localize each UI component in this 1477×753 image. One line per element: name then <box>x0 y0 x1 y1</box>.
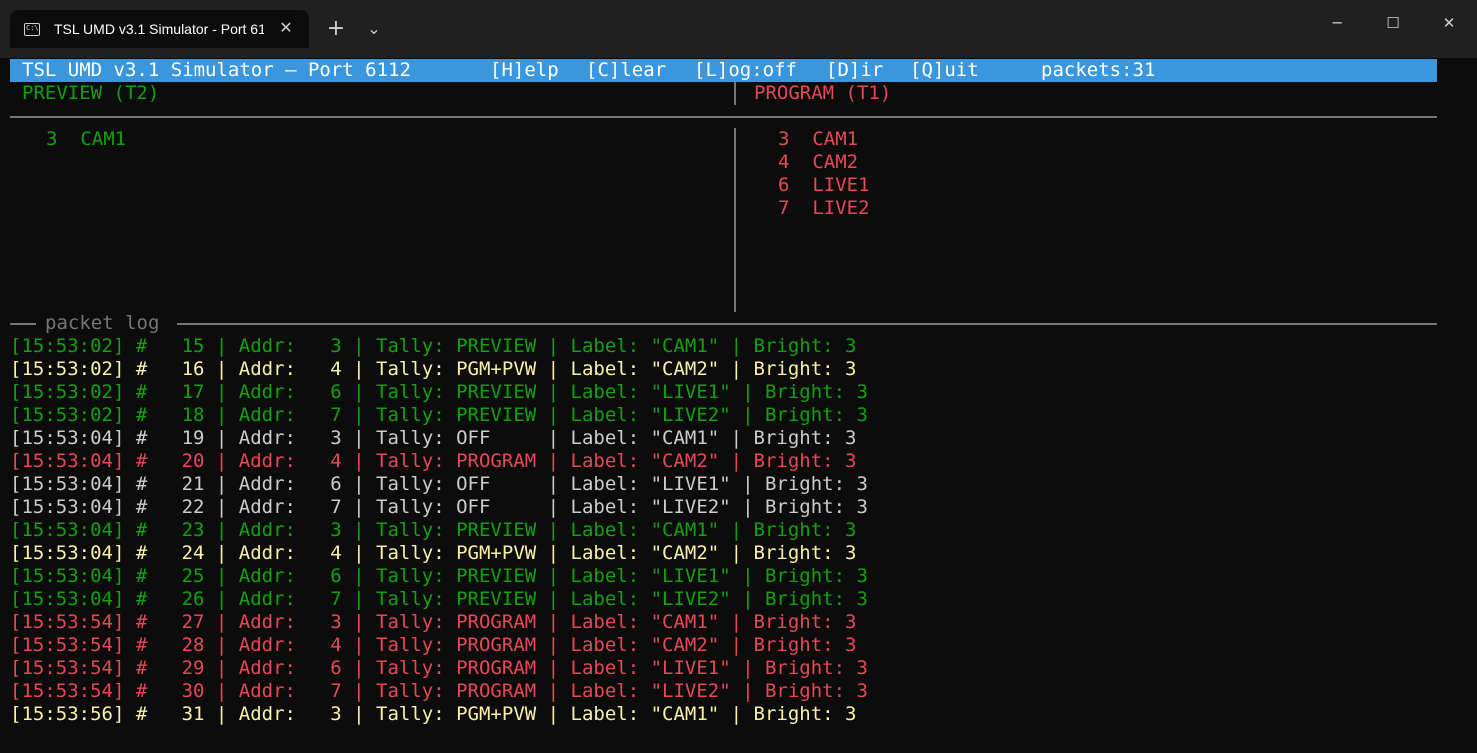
log-row: [15:53:04] # 19 | Addr: 3 | Tally: OFF |… <box>10 427 857 449</box>
log-title: packet log <box>45 312 160 334</box>
log-row: [15:53:04] # 26 | Addr: 7 | Tally: PREVI… <box>10 588 868 610</box>
program-item: 4 CAM2 <box>778 151 870 174</box>
log-row: [15:53:02] # 15 | Addr: 3 | Tally: PREVI… <box>10 335 857 357</box>
log-row: [15:53:04] # 23 | Addr: 3 | Tally: PREVI… <box>10 519 857 541</box>
program-item: 7 LIVE2 <box>778 197 870 220</box>
program-label: LIVE1 <box>812 174 870 196</box>
dir-key: [D]ir <box>826 59 884 81</box>
log-row: [15:53:54] # 27 | Addr: 3 | Tally: PROGR… <box>10 611 857 633</box>
preview-item: 3 CAM1 <box>46 128 126 151</box>
quit-key: [Q]uit <box>910 59 979 81</box>
program-addr: 7 <box>778 197 790 219</box>
program-list: 3 CAM1 4 CAM2 6 LIVE1 7 LIVE2 <box>778 128 870 220</box>
log-key: [L]og:off <box>694 59 797 81</box>
packet-log: [15:53:02] # 15 | Addr: 3 | Tally: PREVI… <box>10 335 1437 726</box>
window-titlebar: C:\ TSL UMD v3.1 Simulator - Port 6112 ✕… <box>0 0 1477 58</box>
packet-count: packets:31 <box>1041 59 1156 81</box>
new-tab-button[interactable]: + <box>321 14 351 44</box>
program-addr: 3 <box>778 128 790 150</box>
program-label: CAM1 <box>812 128 859 150</box>
log-row: [15:53:02] # 18 | Addr: 7 | Tally: PREVI… <box>10 404 868 426</box>
log-row: [15:53:02] # 16 | Addr: 4 | Tally: PGM+P… <box>10 358 857 380</box>
clear-key: [C]lear <box>586 59 667 81</box>
log-row: [15:53:04] # 24 | Addr: 4 | Tally: PGM+P… <box>10 542 857 564</box>
program-label: LIVE2 <box>812 197 870 219</box>
terminal-icon: C:\ <box>24 22 40 36</box>
log-row: [15:53:04] # 21 | Addr: 6 | Tally: OFF |… <box>10 473 868 495</box>
status-title: TSL UMD v3.1 Simulator — Port 6112 <box>22 59 411 81</box>
log-row: [15:53:54] # 29 | Addr: 6 | Tally: PROGR… <box>10 657 868 679</box>
preview-header: PREVIEW (T2) <box>22 82 160 104</box>
log-rule-left <box>10 323 36 325</box>
log-row: [15:53:04] # 22 | Addr: 7 | Tally: OFF |… <box>10 496 868 518</box>
header-divider <box>734 82 736 105</box>
log-row: [15:53:04] # 20 | Addr: 4 | Tally: PROGR… <box>10 450 857 472</box>
log-row: [15:53:02] # 17 | Addr: 6 | Tally: PREVI… <box>10 381 868 403</box>
program-addr: 4 <box>778 151 790 173</box>
tab-close-icon[interactable]: ✕ <box>277 19 295 37</box>
tab-title: TSL UMD v3.1 Simulator - Port 6112 <box>54 21 264 37</box>
program-addr: 6 <box>778 174 790 196</box>
panel-divider <box>734 128 736 312</box>
log-row: [15:53:56] # 31 | Addr: 3 | Tally: PGM+P… <box>10 703 857 725</box>
program-header: PROGRAM (T1) <box>754 82 892 104</box>
preview-list: 3 CAM1 <box>46 128 126 151</box>
header-rule <box>10 116 1437 118</box>
program-item: 6 LIVE1 <box>778 174 870 197</box>
program-item: 3 CAM1 <box>778 128 870 151</box>
status-bar: TSL UMD v3.1 Simulator — Port 6112 [H]el… <box>10 59 1437 82</box>
preview-addr: 3 <box>46 128 58 150</box>
help-key: [H]elp <box>490 59 559 81</box>
log-row: [15:53:04] # 25 | Addr: 6 | Tally: PREVI… <box>10 565 868 587</box>
log-row: [15:53:54] # 30 | Addr: 7 | Tally: PROGR… <box>10 680 868 702</box>
log-rule-right <box>177 323 1437 325</box>
close-button[interactable]: ✕ <box>1421 0 1477 46</box>
preview-label: CAM1 <box>80 128 127 150</box>
program-label: CAM2 <box>812 151 859 173</box>
terminal-tab[interactable]: C:\ TSL UMD v3.1 Simulator - Port 6112 ✕ <box>10 10 309 48</box>
maximize-button[interactable]: ☐ <box>1365 0 1421 46</box>
tab-dropdown-button[interactable]: ⌄ <box>359 14 389 44</box>
minimize-button[interactable]: ─ <box>1309 0 1365 46</box>
log-row: [15:53:54] # 28 | Addr: 4 | Tally: PROGR… <box>10 634 857 656</box>
